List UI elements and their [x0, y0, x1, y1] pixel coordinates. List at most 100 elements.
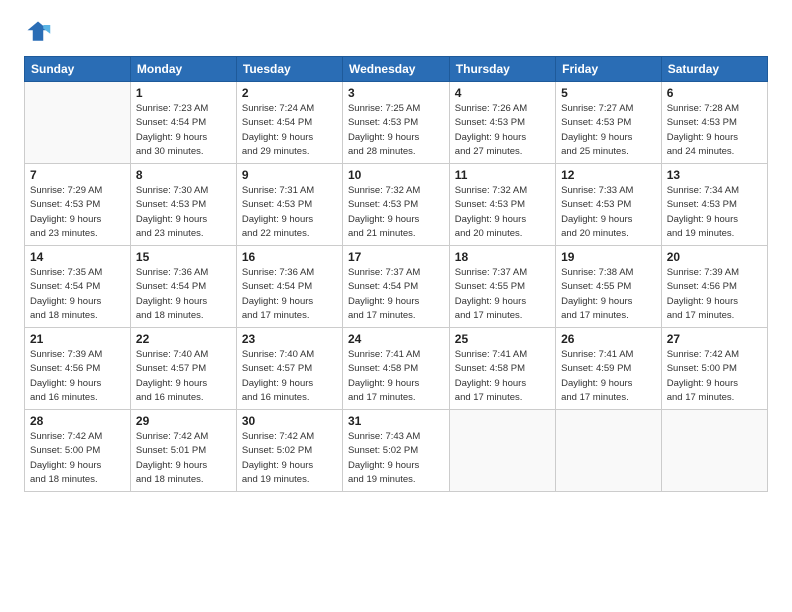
day-number: 31: [348, 414, 444, 428]
day-info: Sunrise: 7:33 AMSunset: 4:53 PMDaylight:…: [561, 184, 656, 241]
day-info: Sunrise: 7:36 AMSunset: 4:54 PMDaylight:…: [136, 266, 231, 323]
day-info: Sunrise: 7:25 AMSunset: 4:53 PMDaylight:…: [348, 102, 444, 159]
day-info: Sunrise: 7:37 AMSunset: 4:55 PMDaylight:…: [455, 266, 550, 323]
day-number: 1: [136, 86, 231, 100]
day-info: Sunrise: 7:28 AMSunset: 4:53 PMDaylight:…: [667, 102, 762, 159]
day-cell: 28 Sunrise: 7:42 AMSunset: 5:00 PMDayligh…: [25, 410, 131, 492]
day-number: 9: [242, 168, 337, 182]
day-cell: 19Sunrise: 7:38 AMSunset: 4:55 PMDayligh…: [556, 246, 662, 328]
day-info: Sunrise: 7:31 AMSunset: 4:53 PMDaylight:…: [242, 184, 337, 241]
day-cell: [25, 82, 131, 164]
weekday-header-wednesday: Wednesday: [342, 57, 449, 82]
day-number: 22: [136, 332, 231, 346]
day-info: Sunrise: 7:35 AMSunset: 4:54 PMDaylight:…: [30, 266, 125, 323]
day-cell: 1 Sunrise: 7:23 AMSunset: 4:54 PMDaylight…: [130, 82, 236, 164]
day-info: Sunrise: 7:24 AMSunset: 4:54 PMDaylight:…: [242, 102, 337, 159]
day-cell: 17 Sunrise: 7:37 AMSunset: 4:54 PMDayligh…: [342, 246, 449, 328]
day-cell: 16 Sunrise: 7:36 AMSunset: 4:54 PMDayligh…: [236, 246, 342, 328]
day-cell: 4 Sunrise: 7:26 AMSunset: 4:53 PMDaylight…: [449, 82, 555, 164]
day-info: Sunrise: 7:42 AMSunset: 5:00 PMDaylight:…: [667, 348, 762, 405]
day-number: 25: [455, 332, 550, 346]
day-number: 13: [667, 168, 762, 182]
day-cell: 25 Sunrise: 7:41 AMSunset: 4:58 PMDayligh…: [449, 328, 555, 410]
day-cell: 5Sunrise: 7:27 AMSunset: 4:53 PMDaylight…: [556, 82, 662, 164]
week-row-1: 1 Sunrise: 7:23 AMSunset: 4:54 PMDaylight…: [25, 82, 768, 164]
day-number: 24: [348, 332, 444, 346]
day-cell: [449, 410, 555, 492]
day-number: 28: [30, 414, 125, 428]
day-info: Sunrise: 7:36 AMSunset: 4:54 PMDaylight:…: [242, 266, 337, 323]
weekday-header-friday: Friday: [556, 57, 662, 82]
day-cell: 31 Sunrise: 7:43 AMSunset: 5:02 PMDayligh…: [342, 410, 449, 492]
day-number: 2: [242, 86, 337, 100]
day-cell: 6 Sunrise: 7:28 AMSunset: 4:53 PMDaylight…: [661, 82, 767, 164]
day-number: 12: [561, 168, 656, 182]
day-number: 23: [242, 332, 337, 346]
day-number: 4: [455, 86, 550, 100]
week-row-4: 21 Sunrise: 7:39 AMSunset: 4:56 PMDayligh…: [25, 328, 768, 410]
day-cell: 14 Sunrise: 7:35 AMSunset: 4:54 PMDayligh…: [25, 246, 131, 328]
day-number: 26: [561, 332, 656, 346]
day-number: 14: [30, 250, 125, 264]
day-info: Sunrise: 7:40 AMSunset: 4:57 PMDaylight:…: [242, 348, 337, 405]
day-number: 27: [667, 332, 762, 346]
week-row-3: 14 Sunrise: 7:35 AMSunset: 4:54 PMDayligh…: [25, 246, 768, 328]
day-cell: 8Sunrise: 7:30 AMSunset: 4:53 PMDaylight…: [130, 164, 236, 246]
day-cell: [556, 410, 662, 492]
weekday-header-sunday: Sunday: [25, 57, 131, 82]
day-info: Sunrise: 7:37 AMSunset: 4:54 PMDaylight:…: [348, 266, 444, 323]
day-cell: 24 Sunrise: 7:41 AMSunset: 4:58 PMDayligh…: [342, 328, 449, 410]
day-cell: 7Sunrise: 7:29 AMSunset: 4:53 PMDaylight…: [25, 164, 131, 246]
day-cell: 20Sunrise: 7:39 AMSunset: 4:56 PMDayligh…: [661, 246, 767, 328]
weekday-header-row: SundayMondayTuesdayWednesdayThursdayFrid…: [25, 57, 768, 82]
day-cell: 12 Sunrise: 7:33 AMSunset: 4:53 PMDayligh…: [556, 164, 662, 246]
day-info: Sunrise: 7:39 AMSunset: 4:56 PMDaylight:…: [30, 348, 125, 405]
day-number: 15: [136, 250, 231, 264]
day-number: 5: [561, 86, 656, 100]
day-cell: 26Sunrise: 7:41 AMSunset: 4:59 PMDayligh…: [556, 328, 662, 410]
day-cell: 27 Sunrise: 7:42 AMSunset: 5:00 PMDayligh…: [661, 328, 767, 410]
weekday-header-saturday: Saturday: [661, 57, 767, 82]
logo-icon: [24, 18, 52, 46]
day-number: 10: [348, 168, 444, 182]
day-number: 11: [455, 168, 550, 182]
day-info: Sunrise: 7:41 AMSunset: 4:58 PMDaylight:…: [455, 348, 550, 405]
day-info: Sunrise: 7:42 AMSunset: 5:02 PMDaylight:…: [242, 430, 337, 487]
page: SundayMondayTuesdayWednesdayThursdayFrid…: [0, 0, 792, 504]
day-info: Sunrise: 7:38 AMSunset: 4:55 PMDaylight:…: [561, 266, 656, 323]
day-info: Sunrise: 7:42 AMSunset: 5:00 PMDaylight:…: [30, 430, 125, 487]
day-cell: 18Sunrise: 7:37 AMSunset: 4:55 PMDayligh…: [449, 246, 555, 328]
day-cell: 13Sunrise: 7:34 AMSunset: 4:53 PMDayligh…: [661, 164, 767, 246]
day-cell: 15 Sunrise: 7:36 AMSunset: 4:54 PMDayligh…: [130, 246, 236, 328]
weekday-header-monday: Monday: [130, 57, 236, 82]
day-info: Sunrise: 7:43 AMSunset: 5:02 PMDaylight:…: [348, 430, 444, 487]
day-info: Sunrise: 7:26 AMSunset: 4:53 PMDaylight:…: [455, 102, 550, 159]
day-number: 3: [348, 86, 444, 100]
day-cell: 23 Sunrise: 7:40 AMSunset: 4:57 PMDayligh…: [236, 328, 342, 410]
day-number: 21: [30, 332, 125, 346]
day-cell: 9 Sunrise: 7:31 AMSunset: 4:53 PMDaylight…: [236, 164, 342, 246]
day-number: 7: [30, 168, 125, 182]
day-number: 17: [348, 250, 444, 264]
day-info: Sunrise: 7:42 AMSunset: 5:01 PMDaylight:…: [136, 430, 231, 487]
weekday-header-thursday: Thursday: [449, 57, 555, 82]
week-row-2: 7Sunrise: 7:29 AMSunset: 4:53 PMDaylight…: [25, 164, 768, 246]
weekday-header-tuesday: Tuesday: [236, 57, 342, 82]
day-cell: 2 Sunrise: 7:24 AMSunset: 4:54 PMDaylight…: [236, 82, 342, 164]
day-info: Sunrise: 7:41 AMSunset: 4:58 PMDaylight:…: [348, 348, 444, 405]
calendar: SundayMondayTuesdayWednesdayThursdayFrid…: [24, 56, 768, 492]
day-number: 6: [667, 86, 762, 100]
day-info: Sunrise: 7:30 AMSunset: 4:53 PMDaylight:…: [136, 184, 231, 241]
day-number: 16: [242, 250, 337, 264]
logo: [24, 18, 56, 46]
day-cell: 22 Sunrise: 7:40 AMSunset: 4:57 PMDayligh…: [130, 328, 236, 410]
day-cell: [661, 410, 767, 492]
day-info: Sunrise: 7:23 AMSunset: 4:54 PMDaylight:…: [136, 102, 231, 159]
day-cell: 10Sunrise: 7:32 AMSunset: 4:53 PMDayligh…: [342, 164, 449, 246]
day-info: Sunrise: 7:40 AMSunset: 4:57 PMDaylight:…: [136, 348, 231, 405]
header-area: [24, 18, 768, 46]
day-info: Sunrise: 7:32 AMSunset: 4:53 PMDaylight:…: [455, 184, 550, 241]
day-cell: 3 Sunrise: 7:25 AMSunset: 4:53 PMDaylight…: [342, 82, 449, 164]
day-cell: 30Sunrise: 7:42 AMSunset: 5:02 PMDayligh…: [236, 410, 342, 492]
day-number: 20: [667, 250, 762, 264]
